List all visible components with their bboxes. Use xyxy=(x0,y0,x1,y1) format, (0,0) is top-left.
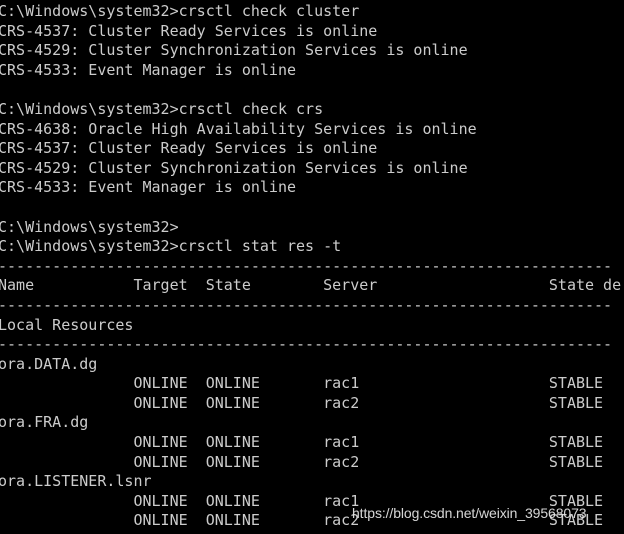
terminal-line: CRS-4537: Cluster Ready Services is onli… xyxy=(0,21,378,40)
terminal-resource-row: ONLINE ONLINE rac2 STABLE xyxy=(0,511,604,530)
terminal-resource-name: ora.DATA.dg xyxy=(0,354,98,373)
terminal-console[interactable]: C:\Windows\system32>crsctl check cluster… xyxy=(0,0,624,534)
terminal-line: CRS-4537: Cluster Ready Services is onli… xyxy=(0,139,378,158)
terminal-table-header: Name Target State Server State de xyxy=(0,276,622,295)
terminal-line: CRS-4533: Event Manager is online xyxy=(0,178,297,197)
terminal-resource-name: ora.FRA.dg xyxy=(0,413,89,432)
terminal-line: C:\Windows\system32> xyxy=(0,217,179,236)
terminal-line: CRS-4529: Cluster Synchronization Servic… xyxy=(0,41,468,60)
terminal-resource-name: ora.LISTENER.lsnr xyxy=(0,472,152,491)
terminal-separator: ----------------------------------------… xyxy=(0,295,613,314)
terminal-line: CRS-4638: Oracle High Availability Servi… xyxy=(0,119,477,138)
terminal-resource-row: ONLINE ONLINE rac1 STABLE xyxy=(0,374,604,393)
terminal-line: CRS-4533: Event Manager is online xyxy=(0,60,297,79)
terminal-separator: ----------------------------------------… xyxy=(0,256,613,275)
terminal-resource-row: ONLINE ONLINE rac2 STABLE xyxy=(0,452,604,471)
terminal-line: CRS-4529: Cluster Synchronization Servic… xyxy=(0,158,468,177)
terminal-section-title: Local Resources xyxy=(0,315,134,334)
terminal-resource-row: ONLINE ONLINE rac1 STABLE xyxy=(0,491,604,510)
terminal-line: C:\Windows\system32>crsctl check crs xyxy=(0,99,324,118)
terminal-resource-row: ONLINE ONLINE rac1 STABLE xyxy=(0,433,604,452)
terminal-line: C:\Windows\system32>crsctl stat res -t xyxy=(0,237,342,256)
terminal-separator: ----------------------------------------… xyxy=(0,335,613,354)
terminal-resource-row: ONLINE ONLINE rac2 STABLE xyxy=(0,393,604,412)
terminal-line: C:\Windows\system32>crsctl check cluster xyxy=(0,2,360,20)
